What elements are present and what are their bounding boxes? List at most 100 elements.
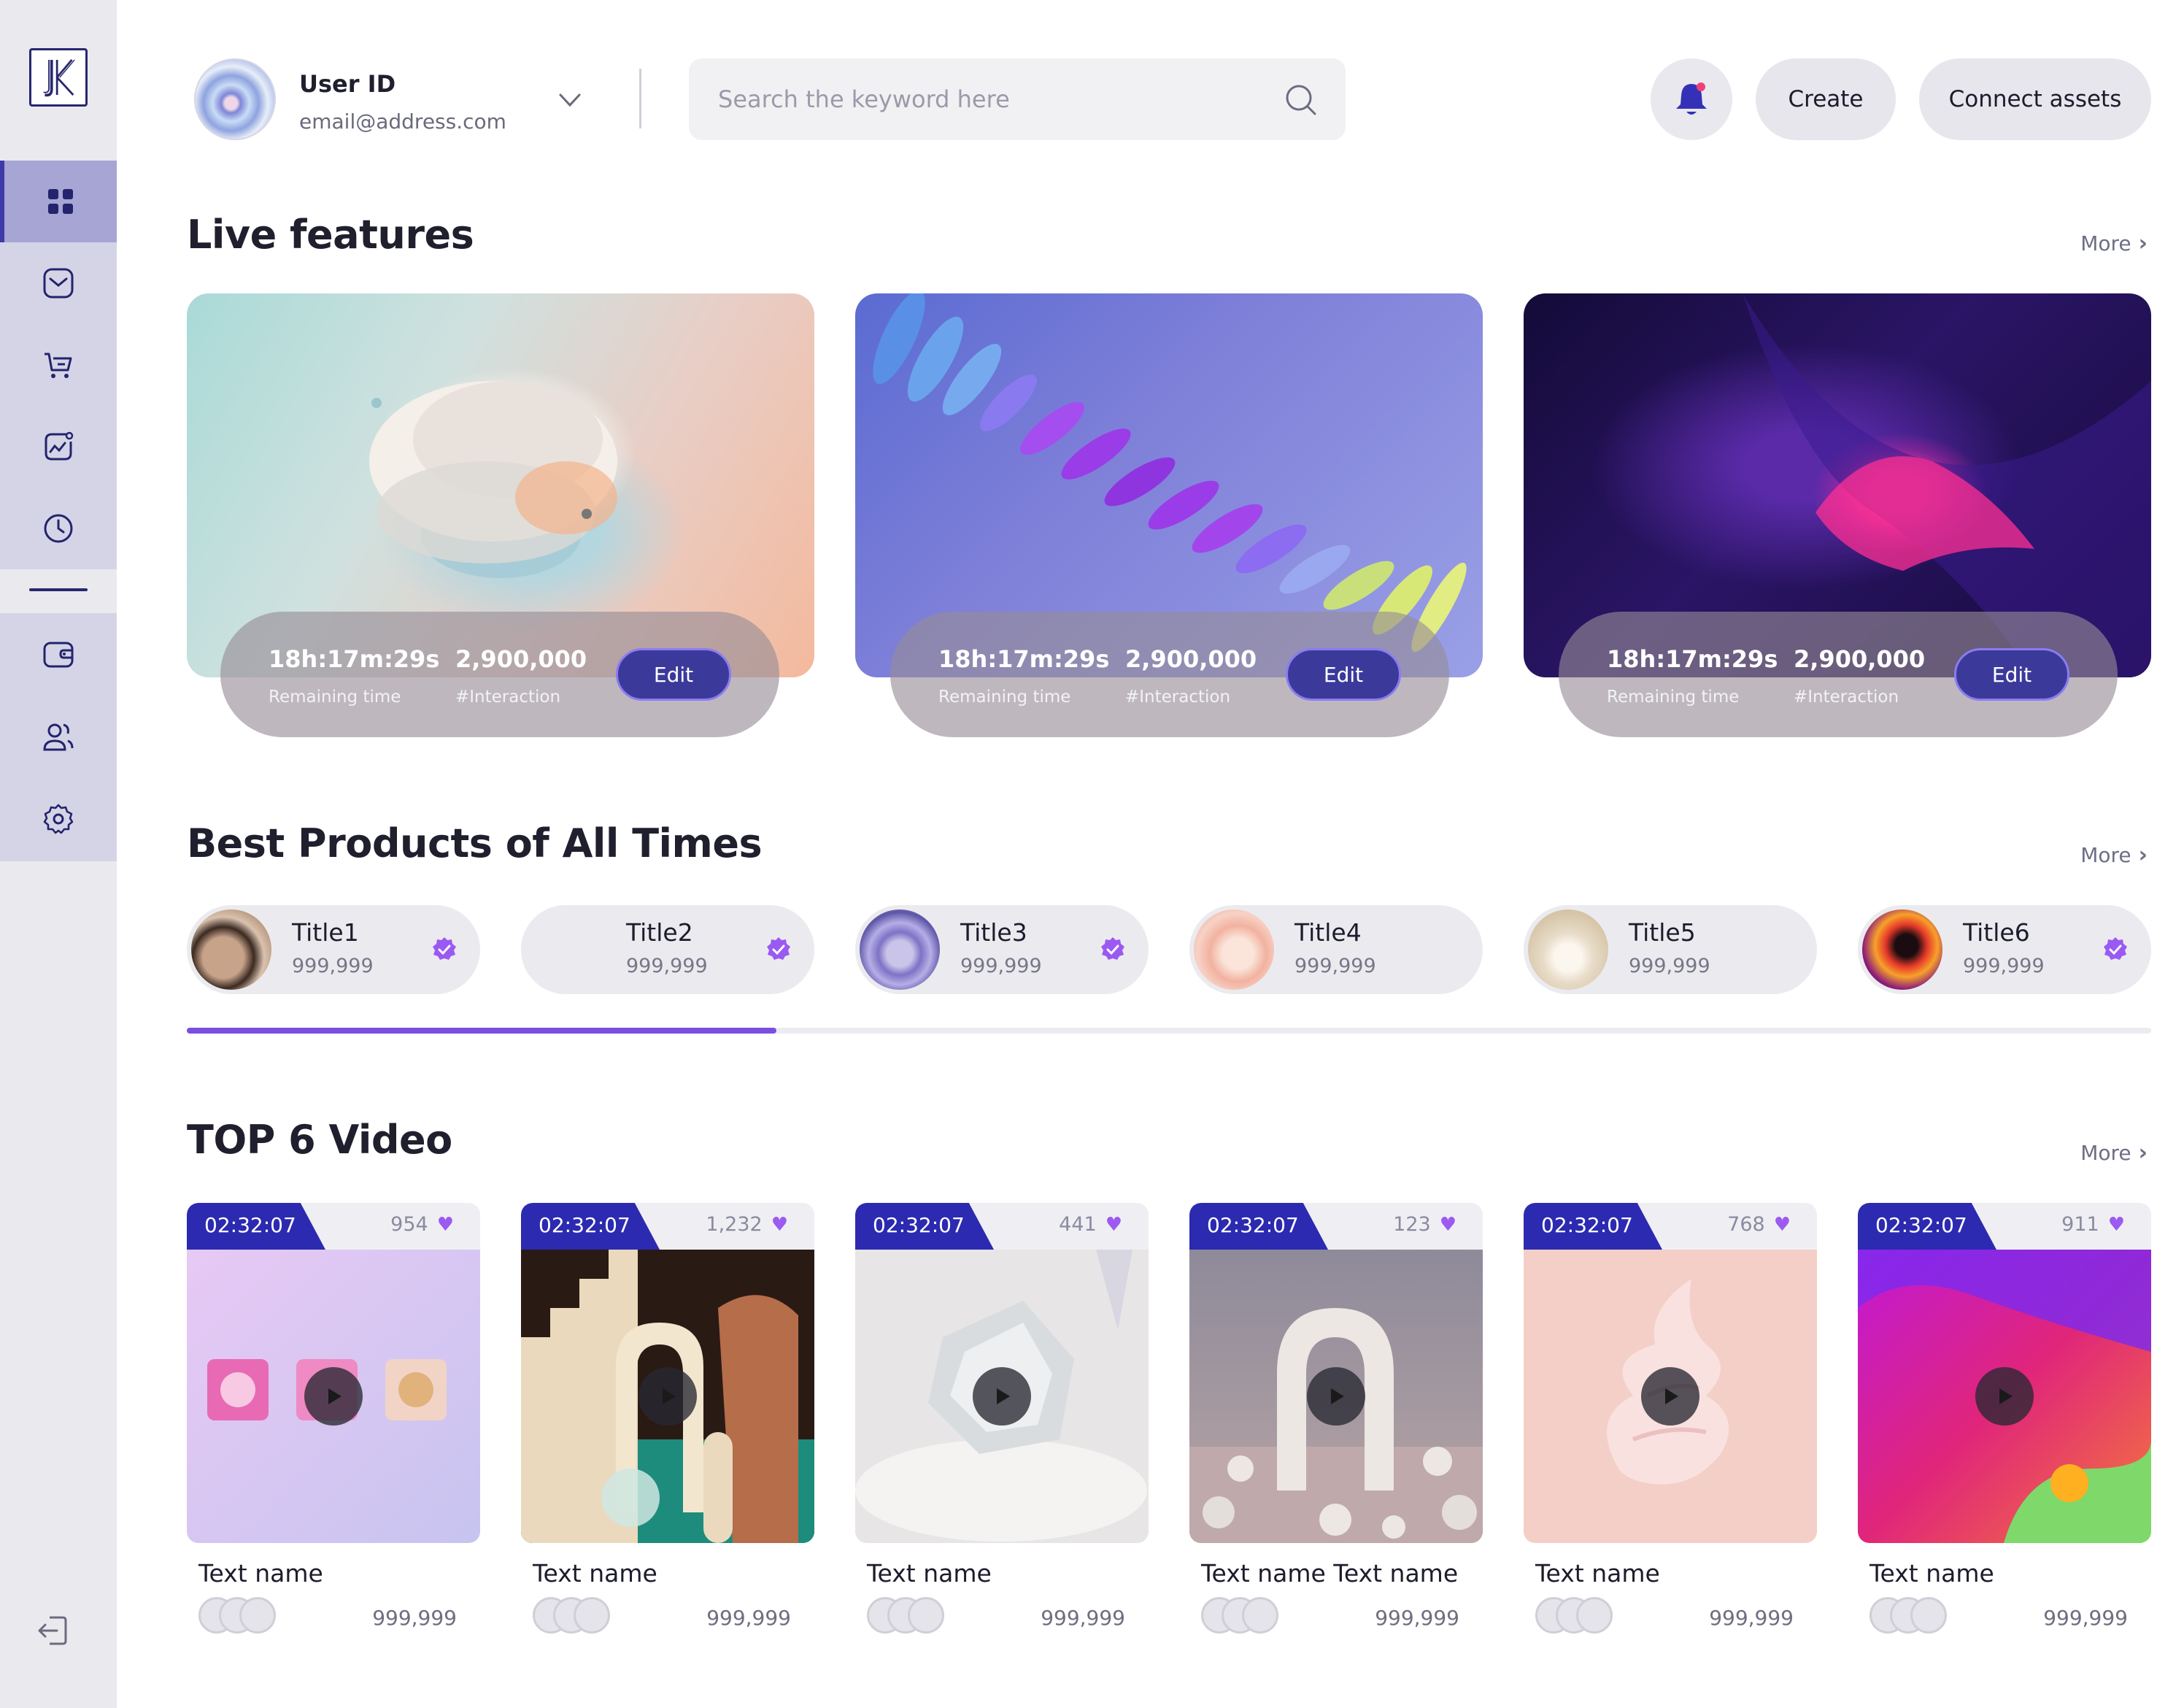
product-title: Title2 [626,918,693,947]
interaction-count: 2,900,000 [1125,645,1257,673]
chevron-down-icon[interactable] [556,86,584,114]
sidebar-item-history[interactable] [0,488,117,569]
edit-button[interactable]: Edit [1954,648,2069,701]
video-likes: 123 ♥ [1393,1213,1456,1236]
more-label: More [2080,1141,2131,1165]
sidebar-item-cart[interactable] [0,324,117,406]
logout-icon[interactable] [35,1613,70,1648]
viewer-avatars [1869,1597,1950,1635]
video-duration: 02:32:07 [873,1213,965,1237]
notifications-button[interactable] [1651,58,1732,140]
likes-count: 911 [2061,1213,2099,1236]
sidebar [0,0,117,1708]
user-email: email@address.com [299,109,506,134]
sidebar-item-settings[interactable] [0,778,117,860]
video-card-2[interactable]: 02:32:07 1,232 ♥ Text name 999,999 [521,1203,814,1634]
play-icon [1331,1388,1344,1404]
product-card-6[interactable]: Title6 999,999 [1858,905,2151,994]
search-input[interactable] [718,58,1273,140]
video-card-1[interactable]: 02:32:07 954 ♥ Text name 999,999 [187,1203,480,1634]
viewer-avatar [1576,1597,1613,1634]
play-icon [328,1388,342,1404]
top-videos-more[interactable]: More › [2080,1140,2148,1166]
play-button[interactable] [638,1367,697,1426]
wallet-icon [43,642,74,668]
product-title: Title5 [1629,918,1696,947]
sidebar-item-users[interactable] [0,696,117,778]
play-button[interactable] [1975,1367,2034,1426]
viewer-avatar [1242,1597,1278,1634]
heart-icon: ♥ [436,1213,454,1236]
app-logo[interactable] [29,48,88,107]
top-videos-title: TOP 6 Video [187,1117,452,1163]
search-icon[interactable] [1284,83,1318,117]
play-button[interactable] [1307,1367,1365,1426]
viewer-avatars [198,1597,279,1635]
video-name: Text name Text name [1201,1559,1459,1588]
product-card-2[interactable]: Title2 999,999 [521,905,814,994]
play-button[interactable] [304,1367,363,1426]
best-products-more[interactable]: More › [2080,842,2148,868]
video-card-6[interactable]: 02:32:07 911 ♥ Text name 999,999 [1858,1203,2151,1634]
product-value: 999,999 [626,955,708,977]
verified-badge-icon [767,937,790,960]
clock-icon [44,514,73,543]
chevron-right-icon: › [2138,842,2148,868]
likes-count: 123 [1393,1213,1431,1236]
video-count: 999,999 [706,1606,791,1630]
products-scroll-progress[interactable] [187,1028,776,1034]
product-card-1[interactable]: Title1 999,999 [187,905,480,994]
product-thumbnail [1194,909,1274,990]
interaction-label: #Interaction [1125,688,1231,707]
product-thumbnail [1528,909,1608,990]
video-name: Text name [198,1559,323,1588]
viewer-avatar [1910,1597,1947,1634]
viewer-avatars [533,1597,613,1635]
heart-icon: ♥ [2107,1213,2125,1236]
feature-info-bar-2: 18h:17m:29s Remaining time 2,900,000 #In… [890,612,1449,737]
play-icon [1999,1388,2013,1404]
mail-icon [43,268,74,299]
product-card-3[interactable]: Title3 999,999 [855,905,1149,994]
video-name: Text name [1535,1559,1660,1588]
grid-icon [48,189,73,214]
product-card-5[interactable]: Title5 999,999 [1524,905,1817,994]
video-card-5[interactable]: 02:32:07 768 ♥ Text name 999,999 [1524,1203,1817,1634]
heart-icon: ♥ [1773,1213,1791,1236]
more-label: More [2080,843,2131,867]
product-card-4[interactable]: Title4 999,999 [1189,905,1483,994]
product-value: 999,999 [1963,955,2045,977]
remaining-time-label: Remaining time [269,688,401,707]
likes-count: 441 [1059,1213,1097,1236]
interaction-count: 2,900,000 [1794,645,1926,673]
header-divider [639,69,641,128]
interaction-label: #Interaction [1794,688,1899,707]
play-icon [663,1388,676,1404]
edit-button[interactable]: Edit [1286,648,1401,701]
live-features-more[interactable]: More › [2080,231,2148,256]
video-card-3[interactable]: 02:32:07 441 ♥ Text name 999,999 [855,1203,1149,1634]
sidebar-item-messages[interactable] [0,242,117,324]
connect-assets-button[interactable]: Connect assets [1919,58,2151,140]
viewer-avatars [1201,1597,1281,1635]
video-name: Text name [1869,1559,1994,1588]
create-button[interactable]: Create [1756,58,1896,140]
product-value: 999,999 [960,955,1042,977]
remaining-time-label: Remaining time [938,688,1071,707]
likes-count: 768 [1727,1213,1765,1236]
feature-info-bar-1: 18h:17m:29s Remaining time 2,900,000 #In… [220,612,779,737]
products-scroll-track[interactable] [187,1028,2151,1034]
video-card-frame: 02:32:07 1,232 ♥ [521,1203,814,1543]
avatar[interactable] [194,58,276,140]
users-icon [43,723,74,751]
sidebar-item-dashboard[interactable] [0,161,117,242]
sidebar-item-analytics[interactable] [0,406,117,488]
play-button[interactable] [973,1367,1031,1426]
chart-icon [45,431,74,461]
video-card-4[interactable]: 02:32:07 123 ♥ Text name Text name 999,99… [1189,1203,1483,1634]
play-button[interactable] [1641,1367,1699,1426]
edit-button[interactable]: Edit [616,648,731,701]
heart-icon: ♥ [771,1213,788,1236]
viewer-avatars [867,1597,947,1635]
sidebar-item-wallet[interactable] [0,613,117,695]
